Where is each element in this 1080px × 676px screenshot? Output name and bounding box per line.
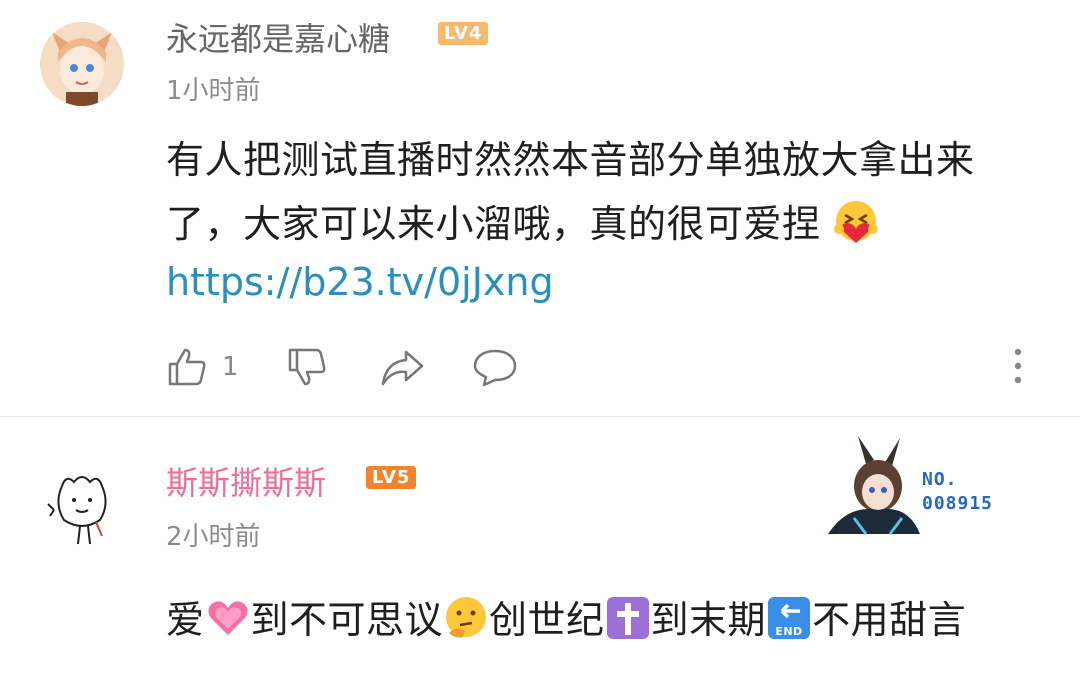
user-avatar-image [41,465,123,547]
like-count: 1 [222,352,239,382]
username[interactable]: 永远都是嘉心糖 [166,14,390,60]
comment-text-segment: 创世纪 [489,598,605,642]
username[interactable]: 斯斯撕斯斯 [166,458,326,504]
comment-text-line: 有人把测试直播时然然本音部分单独放大拿出来 [166,138,975,182]
share-icon [381,350,424,386]
more-options-button[interactable] [1008,346,1028,390]
comment-text-segment: 了，大家可以来小溜哦，真的很可爱捏 [166,202,821,246]
avatar[interactable] [40,464,124,548]
comment-text-segment: 爱 [166,598,205,642]
fan-number-value: 008915 [922,493,994,514]
fan-number-badge: NO. 008915 [922,468,993,516]
share-button[interactable] [380,346,424,392]
timestamp: 2小时前 [166,522,261,552]
user-avatar-image [40,22,124,106]
level-badge: LV5 [366,466,417,489]
comment-text-line: 了，大家可以来小溜哦，真的很可爱捏 [166,192,1066,256]
comment-text-segment: 到末期 [650,598,767,642]
pink-heart-icon [207,601,248,635]
like-button[interactable] [166,346,208,388]
comment-bubble-icon [473,349,517,387]
comment-text: 爱 到不可思议 创世纪 到末期 END 不用甜言 [166,588,1066,652]
dislike-button[interactable] [286,346,328,392]
thumbs-down-icon [288,348,326,386]
comment-text: 有人把测试直播时然然本音部分单独放大拿出来 了，大家可以来小溜哦，真的很可爱捏 [166,128,1066,256]
character-badge-icon [828,436,920,535]
fan-badge-image [808,434,926,536]
timestamp: 1小时前 [166,76,261,106]
comment-text-segment: 不用甜言 [812,598,967,642]
fan-number-label: NO. [922,469,958,490]
comment-text-segment: 到不可思议 [250,598,444,642]
hug-emoji-icon [834,201,879,243]
avatar[interactable] [40,22,124,106]
comment-link[interactable]: https://b23.tv/0jJxng [166,260,554,304]
comment-divider [0,416,1080,417]
latin-cross-icon [606,597,649,639]
end-label: END [775,625,802,638]
reply-button[interactable] [472,346,518,392]
end-arrow-icon: END [768,597,811,639]
thinking-face-icon [446,597,487,638]
more-vertical-icon [1014,348,1022,384]
thumbs-up-icon [168,348,206,386]
level-badge: LV4 [438,22,489,45]
